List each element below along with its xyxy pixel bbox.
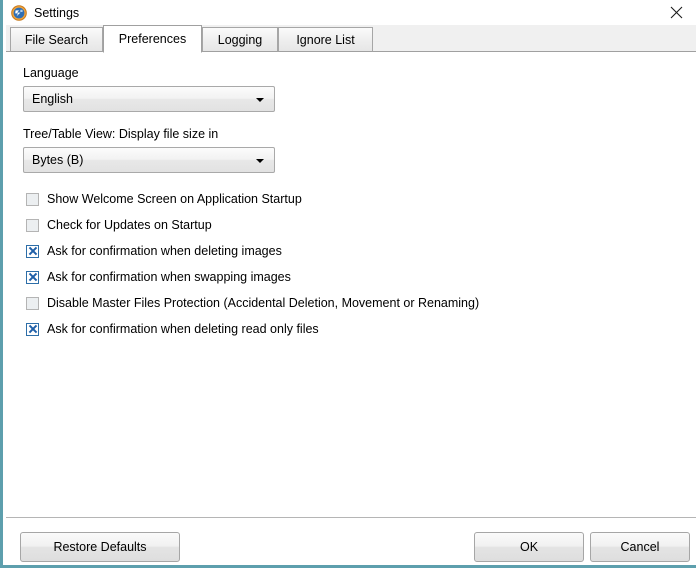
checkbox-label: Ask for confirmation when deleting read … (47, 322, 319, 336)
tab-strip: File Search Preferences Logging Ignore L… (6, 25, 696, 53)
title-bar: Settings (3, 0, 696, 25)
language-select[interactable]: English (23, 86, 275, 112)
checkbox-confirm-deleting-images[interactable]: Ask for confirmation when deleting image… (26, 241, 282, 261)
tab-logging[interactable]: Logging (202, 27, 278, 52)
checkbox-label: Ask for confirmation when swapping image… (47, 270, 291, 284)
checkbox-label: Ask for confirmation when deleting image… (47, 244, 282, 258)
cancel-button[interactable]: Cancel (590, 532, 690, 562)
file-size-label: Tree/Table View: Display file size in (23, 127, 219, 141)
restore-defaults-button[interactable]: Restore Defaults (20, 532, 180, 562)
chevron-down-icon (256, 159, 264, 163)
button-label: OK (519, 540, 539, 554)
checkbox-indicator (26, 322, 39, 336)
checkbox-show-welcome-screen[interactable]: Show Welcome Screen on Application Start… (26, 189, 302, 209)
tab-file-search[interactable]: File Search (10, 27, 103, 52)
tab-preferences[interactable]: Preferences (103, 25, 202, 53)
preferences-panel: Language English Tree/Table View: Displa… (6, 52, 696, 517)
file-size-select[interactable]: Bytes (B) (23, 147, 275, 173)
checkbox-confirm-deleting-read-only-files[interactable]: Ask for confirmation when deleting read … (26, 319, 319, 339)
chevron-down-icon (256, 98, 264, 102)
checkbox-disable-master-files-protection[interactable]: Disable Master Files Protection (Acciden… (26, 293, 479, 313)
settings-dialog: Settings File Search Preferences Logging… (0, 0, 696, 568)
checkbox-check-for-updates[interactable]: Check for Updates on Startup (26, 215, 212, 235)
checkbox-indicator (26, 244, 39, 258)
tab-label: File Search (24, 32, 89, 47)
app-icon (11, 5, 27, 21)
checkbox-indicator (26, 192, 39, 206)
checkbox-confirm-swapping-images[interactable]: Ask for confirmation when swapping image… (26, 267, 291, 287)
tab-ignore-list[interactable]: Ignore List (278, 27, 373, 52)
language-value: English (32, 92, 73, 106)
tab-label: Preferences (118, 32, 187, 46)
checkbox-indicator (26, 296, 39, 310)
close-icon[interactable] (653, 0, 696, 25)
button-label: Restore Defaults (53, 540, 147, 554)
checkbox-indicator (26, 218, 39, 232)
checkbox-label: Show Welcome Screen on Application Start… (47, 192, 302, 206)
checkbox-label: Disable Master Files Protection (Acciden… (47, 296, 480, 310)
tab-label: Logging (217, 32, 263, 47)
dialog-footer: Restore Defaults OK Cancel (6, 518, 696, 565)
button-label: Cancel (620, 540, 660, 554)
tab-label: Ignore List (296, 32, 355, 47)
language-label: Language (23, 66, 79, 80)
checkbox-indicator (26, 270, 39, 284)
window-title: Settings (34, 6, 80, 20)
ok-button[interactable]: OK (474, 532, 584, 562)
checkbox-label: Check for Updates on Startup (47, 218, 212, 232)
file-size-value: Bytes (B) (32, 153, 84, 167)
